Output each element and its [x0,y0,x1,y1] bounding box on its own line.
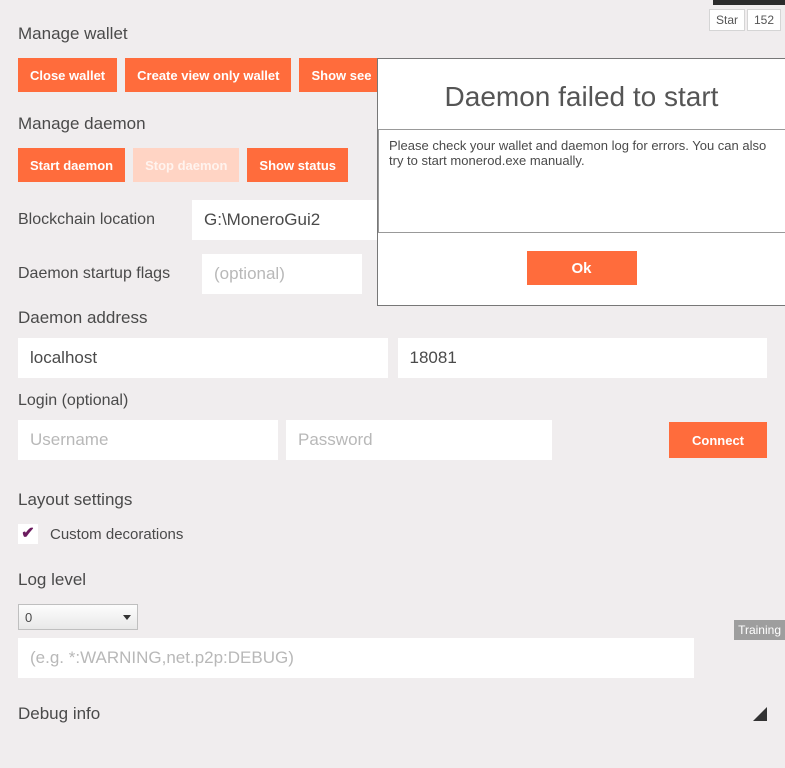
check-icon: ✔ [21,526,34,542]
daemon-flags-input[interactable] [202,254,362,294]
daemon-port-input[interactable] [398,338,768,378]
login-row: Connect [18,420,767,460]
stop-daemon-button: Stop daemon [133,148,239,182]
daemon-address-row [18,338,767,378]
debug-info-header: Debug info [18,704,100,724]
daemon-host-input[interactable] [18,338,388,378]
blockchain-location-input[interactable] [192,200,382,240]
daemon-address-label: Daemon address [18,308,767,328]
custom-decorations-row: ✔ Custom decorations [18,524,767,544]
training-badge[interactable]: Training [734,620,785,640]
dialog-footer: Ok [378,251,785,305]
log-level-value: 0 [25,610,32,625]
star-count: 152 [754,13,774,27]
star-button[interactable]: Star [709,9,745,31]
manage-wallet-header: Manage wallet [18,24,767,44]
debug-info-row: Debug info [18,704,767,724]
password-input[interactable] [286,420,552,460]
daemon-failed-dialog: Daemon failed to start Please check your… [377,58,785,306]
chevron-down-icon [123,615,131,620]
star-label: Star [716,13,738,27]
login-optional-label: Login (optional) [18,392,767,410]
ok-button[interactable]: Ok [527,251,637,285]
resize-handle-icon[interactable] [753,707,767,721]
log-filter-input[interactable] [18,638,694,678]
close-wallet-button[interactable]: Close wallet [18,58,117,92]
dialog-title: Daemon failed to start [378,59,785,129]
dialog-body: Please check your wallet and daemon log … [378,129,785,233]
log-level-select[interactable]: 0 [18,604,138,630]
star-count-badge: 152 [747,9,781,31]
connect-button[interactable]: Connect [669,422,767,458]
show-status-button[interactable]: Show status [247,148,348,182]
username-input[interactable] [18,420,278,460]
create-view-only-wallet-button[interactable]: Create view only wallet [125,58,291,92]
daemon-flags-label: Daemon startup flags [18,265,188,283]
layout-settings-header: Layout settings [18,490,767,510]
start-daemon-button[interactable]: Start daemon [18,148,125,182]
log-level-header: Log level [18,570,767,590]
custom-decorations-checkbox[interactable]: ✔ [18,524,38,544]
show-seed-button[interactable]: Show see [299,58,383,92]
custom-decorations-label: Custom decorations [50,526,183,543]
blockchain-location-label: Blockchain location [18,211,178,229]
window-frame-fragment [713,0,785,5]
